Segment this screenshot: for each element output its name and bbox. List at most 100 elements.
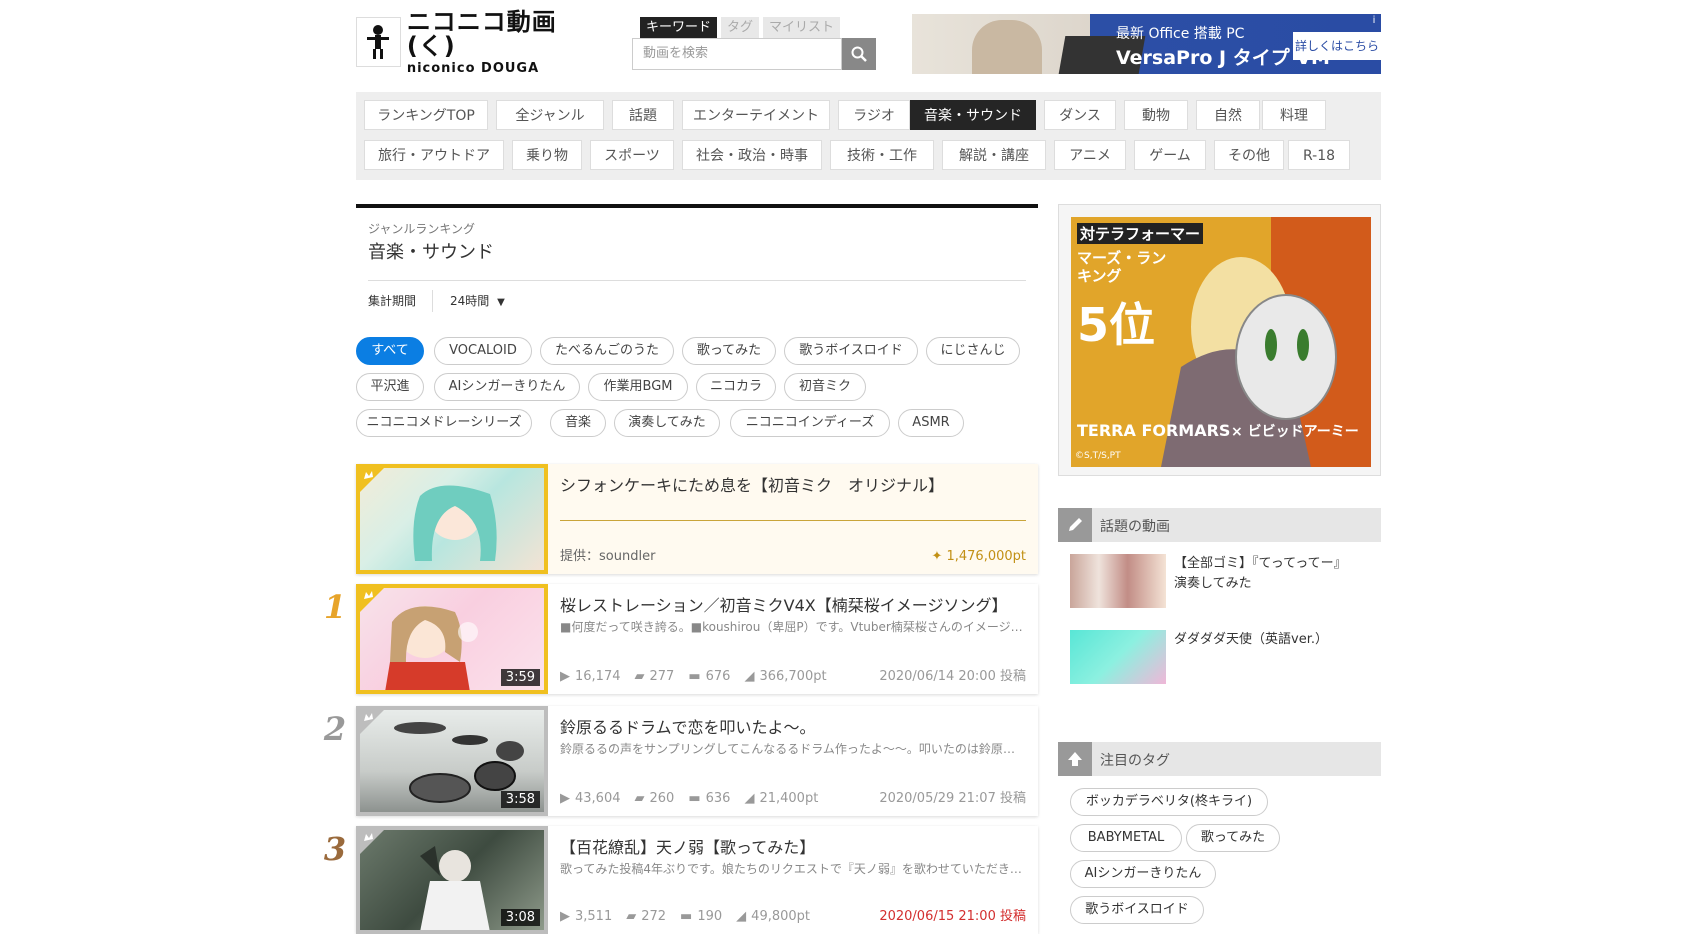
video-thumbnail[interactable]: 3:08 [356, 826, 548, 934]
comment-count: 260 [649, 791, 675, 806]
video-title[interactable]: 桜レストレーション／初音ミクV4X【楠栞桜イメージソング】 [560, 592, 1030, 616]
featured-tag[interactable]: BABYMETAL [1070, 824, 1182, 852]
topic-video-thumbnail[interactable] [1070, 630, 1166, 684]
genre-other[interactable]: その他 [1214, 140, 1284, 170]
points-badge: ✦ 1,476,000pt [931, 549, 1026, 564]
video-title[interactable]: 【百花繚乱】天ノ弱【歌ってみた】 [560, 834, 1030, 858]
ranking-item[interactable]: 3:08 【百花繚乱】天ノ弱【歌ってみた】 歌ってみた投稿4年ぶりです。娘たちの… [356, 826, 1038, 934]
topic-video-title[interactable]: 【全部ゴミ】『てってってー』演奏してみた [1174, 554, 1354, 594]
genre-ranking-top[interactable]: ランキングTOP [364, 100, 488, 130]
ad-banner[interactable]: 最新 Office 搭載 PC VersaPro J タイプ VM 詳しくはこち… [912, 14, 1381, 74]
search-tab-mylist[interactable]: マイリスト [763, 17, 841, 39]
tag-filter[interactable]: 初音ミク [784, 373, 866, 401]
crown-icon [360, 588, 384, 612]
ad-copyright: ©S,T/S,PT [1075, 451, 1121, 461]
genre-vehicles[interactable]: 乗り物 [512, 140, 582, 170]
tag-filter[interactable]: 作業用BGM [588, 373, 688, 401]
sidebar-ad-image[interactable]: 対テラフォーマー マーズ・ランキング 5位 TERRA FORMARS × ビビ… [1071, 217, 1371, 467]
search-tab-tag[interactable]: タグ [721, 17, 760, 39]
topic-video-title[interactable]: ダダダダ天使（英語ver.） [1174, 630, 1354, 650]
featured-video-item[interactable]: シフォンケーキにため息を【初音ミク オリジナル】 提供：soundler ✦ 1… [356, 464, 1038, 574]
genre-game[interactable]: ゲーム [1134, 140, 1206, 170]
genre-tech-craft[interactable]: 技術・工作 [830, 140, 934, 170]
topic-videos-title: 話題の動画 [1100, 519, 1170, 535]
search-button[interactable] [842, 38, 876, 70]
comment-icon: ▰ [634, 669, 645, 684]
video-title[interactable]: シフォンケーキにため息を【初音ミク オリジナル】 [560, 472, 1030, 496]
tag-filter[interactable]: にじさんじ [926, 337, 1020, 365]
ranking-item[interactable]: 3:59 桜レストレーション／初音ミクV4X【楠栞桜イメージソング】 ■何度だっ… [356, 584, 1038, 694]
play-icon: ▶ [560, 909, 570, 924]
tag-filter[interactable]: 歌うボイスロイド [784, 337, 918, 365]
tag-filter[interactable]: 演奏してみた [614, 409, 720, 437]
tag-filter[interactable]: ニコニコインディーズ [730, 409, 890, 437]
featured-tag[interactable]: ボッカデラベリタ(柊キライ) [1070, 788, 1268, 816]
niconico-logo[interactable]: ニコニコ動画(く) niconico DOUGA [356, 10, 592, 75]
topic-video-thumbnail[interactable] [1070, 554, 1166, 608]
genre-lecture[interactable]: 解説・講座 [942, 140, 1046, 170]
video-description: ■何度だって咲き誇る。■koushirou（卑屈P）です。Vtuber楠栞桜さん… [560, 620, 1024, 634]
ranking-title: 音楽・サウンド [368, 242, 494, 263]
video-title[interactable]: 鈴原るるドラムで恋を叩いたよ～。 [560, 714, 1030, 738]
tag-filter[interactable]: 平沢進 [356, 373, 424, 401]
mylist-count: 190 [697, 909, 723, 924]
provider-label: 提供：soundler [560, 549, 656, 564]
genre-nature[interactable]: 自然 [1196, 100, 1260, 130]
genre-cooking[interactable]: 料理 [1262, 100, 1326, 130]
featured-tag[interactable]: 歌うボイスロイド [1070, 896, 1204, 924]
view-count: 3,511 [575, 909, 613, 924]
search-input[interactable]: 動画を検索 [632, 38, 842, 70]
divider [432, 290, 433, 312]
genre-sports[interactable]: スポーツ [590, 140, 674, 170]
logo-subtitle: niconico DOUGA [406, 60, 540, 76]
comment-count: 277 [649, 669, 675, 684]
featured-tag[interactable]: AIシンガーきりたん [1070, 860, 1216, 888]
comment-icon: ▰ [626, 909, 637, 924]
video-thumbnail[interactable]: 3:59 [356, 584, 548, 694]
tag-filter[interactable]: VOCALOID [434, 337, 532, 365]
megaphone-icon: ◢ [736, 909, 747, 924]
search-type-tabs: キーワード タグ マイリスト [640, 17, 841, 39]
ad-details-button[interactable]: 詳しくはこちら [1293, 32, 1381, 60]
tag-filter[interactable]: ASMR [898, 409, 964, 437]
video-thumbnail[interactable] [356, 464, 548, 574]
video-duration: 3:58 [500, 791, 540, 808]
tag-filter[interactable]: たべるんごのうた [540, 337, 674, 365]
tag-filter-all[interactable]: すべて [356, 337, 424, 365]
tag-filter[interactable]: 歌ってみた [682, 337, 776, 365]
view-count: 16,174 [575, 669, 621, 684]
genre-travel-outdoor[interactable]: 旅行・アウトドア [364, 140, 504, 170]
dropdown-arrow-icon: ▼ [497, 297, 505, 308]
genre-entertainment[interactable]: エンターテイメント [682, 100, 830, 130]
genre-hot-topic[interactable]: 話題 [612, 100, 674, 130]
search-tab-keyword[interactable]: キーワード [640, 17, 718, 39]
featured-tag[interactable]: 歌ってみた [1186, 824, 1280, 852]
post-date: 2020/06/15 21:00 投稿 [879, 909, 1026, 924]
genre-music-sound[interactable]: 音楽・サウンド [910, 100, 1036, 130]
genre-anime[interactable]: アニメ [1054, 140, 1126, 170]
genre-dance[interactable]: ダンス [1044, 100, 1116, 130]
genre-radio[interactable]: ラジオ [838, 100, 910, 130]
points-value: 366,700pt [759, 669, 827, 684]
points-value: 49,800pt [751, 909, 811, 924]
tag-filter[interactable]: 音楽 [550, 409, 606, 437]
video-description: 歌ってみた投稿4年ぶりです。娘たちのリクエストで『天ノ弱』を歌わせていただきまし… [560, 862, 1024, 876]
genre-society-politics[interactable]: 社会・政治・時事 [682, 140, 822, 170]
topic-video-item[interactable]: ダダダダ天使（英語ver.） [1070, 630, 1370, 686]
genre-r18[interactable]: R-18 [1288, 140, 1350, 170]
tag-filter[interactable]: ニコカラ [696, 373, 776, 401]
tag-filter[interactable]: ニコニコメドレーシリーズ [356, 409, 532, 437]
genre-nav: ランキングTOP 全ジャンル 話題 エンターテイメント ラジオ 音楽・サウンド … [356, 92, 1381, 180]
genre-all[interactable]: 全ジャンル [496, 100, 604, 130]
arrow-up-icon [1058, 742, 1092, 776]
sidebar-ad[interactable]: 対テラフォーマー マーズ・ランキング 5位 TERRA FORMARS × ビビ… [1058, 204, 1381, 476]
ad-rank: 5位 [1077, 298, 1156, 352]
tag-filter[interactable]: AIシンガーきりたん [434, 373, 580, 401]
ad-info-icon[interactable]: i [1367, 14, 1381, 28]
ranking-item[interactable]: 3:58 鈴原るるドラムで恋を叩いたよ～。 鈴原るるの声をサンプリングしてこんな… [356, 706, 1038, 816]
genre-animal[interactable]: 動物 [1124, 100, 1188, 130]
video-thumbnail[interactable]: 3:58 [356, 706, 548, 816]
period-dropdown[interactable]: 24時間 ▼ [450, 292, 505, 309]
topic-video-item[interactable]: 【全部ゴミ】『てってってー』演奏してみた [1070, 554, 1370, 610]
featured-tags-header: 注目のタグ [1058, 742, 1381, 776]
